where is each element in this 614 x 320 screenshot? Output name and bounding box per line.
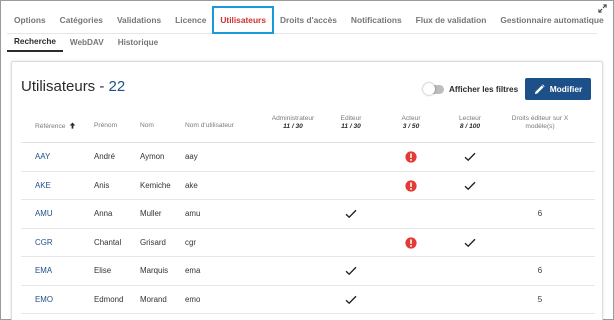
cell-reference[interactable]: CGR (35, 229, 53, 257)
cell-reference[interactable]: EMO (35, 286, 53, 314)
main-tabs: Options Catégories Validations Licence U… (7, 5, 604, 34)
cell-reference[interactable]: AMU (35, 200, 53, 228)
cell-prenom: André (94, 152, 116, 161)
header-lecteur[interactable]: Lecteur 8 / 100 (445, 115, 495, 131)
subtab-recherche[interactable]: Recherche (7, 34, 63, 52)
filter-toggle[interactable]: Afficher les filtres (423, 83, 519, 95)
header-reference-label: Référence (35, 123, 66, 130)
tab-licence[interactable]: Licence (168, 7, 213, 33)
checkmark-icon (464, 181, 476, 190)
cell-droits-count: 6 (537, 209, 543, 218)
header-admin-quota: 11 / 30 (283, 123, 303, 130)
header-prenom[interactable]: Prénom (94, 122, 117, 130)
checkmark-icon (464, 238, 476, 247)
header-acteur[interactable]: Acteur 3 / 50 (386, 115, 436, 131)
cell-prenom: Anna (94, 209, 113, 218)
filter-toggle-label: Afficher les filtres (449, 85, 519, 94)
tab-validations[interactable]: Validations (110, 7, 168, 33)
cell-username: cgr (185, 237, 196, 247)
header-droits-line1: Droits éditeur sur X (511, 115, 569, 122)
user-count: 22 (108, 78, 126, 95)
tab-gestionnaire-automatique[interactable]: Gestionnaire automatique (493, 7, 610, 33)
cell-reference[interactable]: AKE (35, 172, 51, 200)
table-row[interactable]: EMA Elise Marquis ema 6 (21, 257, 595, 286)
users-panel: Utilisateurs - 22 Afficher les filtres M… (11, 61, 603, 320)
header-editeur-quota: 11 / 30 (341, 123, 361, 130)
table-row[interactable]: EMO Edmond Morand emo 5 (21, 286, 595, 314)
tab-droits-acces[interactable]: Droits d'accès (273, 7, 344, 33)
cell-username: aay (185, 152, 198, 161)
edit-button-label: Modifier (549, 84, 583, 94)
header-admin[interactable]: Administrateur 11 / 30 (258, 115, 328, 131)
cell-prenom: Chantal (94, 237, 122, 247)
cell-reference[interactable]: AAY (35, 143, 50, 171)
table-row[interactable]: AMU Anna Muller amu 6 (21, 200, 595, 229)
cell-prenom: Edmond (94, 294, 124, 304)
header-reference[interactable]: Référence (35, 122, 76, 131)
checkmark-icon (464, 152, 476, 162)
alert-icon (405, 179, 417, 192)
cell-nom: Aymon (140, 152, 165, 161)
cell-prenom: Anis (94, 180, 110, 190)
header-droits-line2: modèle(s) (525, 123, 555, 130)
alert-icon (405, 151, 417, 163)
tab-categories[interactable]: Catégories (53, 7, 110, 33)
header-acteur-label: Acteur (401, 115, 421, 122)
tab-utilisateurs[interactable]: Utilisateurs (212, 5, 274, 34)
checkmark-icon (345, 266, 357, 276)
checkmark-icon (345, 209, 357, 219)
cell-nom: Kemiche (140, 180, 171, 190)
cell-username: emo (185, 294, 201, 304)
sort-arrow-up-icon (69, 122, 76, 129)
app-frame: Options Catégories Validations Licence U… (0, 0, 614, 320)
cell-nom: Muller (140, 209, 162, 218)
table-row[interactable]: AAY André Aymon aay (21, 143, 595, 172)
header-acteur-quota: 3 / 50 (402, 123, 420, 130)
header-editeur[interactable]: Editeur 11 / 30 (326, 115, 376, 131)
checkmark-icon (345, 295, 357, 304)
toggle-knob (423, 83, 435, 95)
header-lecteur-label: Lecteur (459, 115, 481, 122)
cell-prenom: Elise (94, 266, 112, 275)
table-row[interactable]: AKE Anis Kemiche ake (21, 172, 595, 200)
edit-button[interactable]: Modifier (525, 78, 591, 100)
cell-nom: Marquis (140, 266, 169, 275)
tab-options[interactable]: Options (7, 7, 53, 33)
header-lecteur-quota: 8 / 100 (459, 123, 481, 130)
filter-toggle-switch[interactable] (423, 83, 444, 95)
alert-icon (405, 236, 417, 249)
subtab-webdav[interactable]: WebDAV (63, 35, 111, 51)
header-droits-editeur[interactable]: Droits éditeur sur X modèle(s) (499, 115, 581, 131)
subtab-historique[interactable]: Historique (111, 35, 166, 51)
pencil-icon (534, 83, 545, 94)
cell-username: ake (185, 180, 198, 190)
header-username[interactable]: Nom d'utilisateur (185, 122, 234, 130)
cell-droits-count: 5 (537, 294, 543, 304)
tab-flux-validation[interactable]: Flux de validation (409, 7, 494, 33)
cell-username: ema (185, 266, 201, 275)
header-nom[interactable]: Nom (140, 122, 154, 130)
cell-droits-count: 6 (537, 266, 543, 275)
sub-tabs: Recherche WebDAV Historique (7, 34, 165, 52)
cell-nom: Morand (140, 294, 167, 304)
tab-notifications[interactable]: Notifications (344, 7, 409, 33)
cell-nom: Grisard (140, 237, 166, 247)
table-row[interactable]: CGR Chantal Grisard cgr (21, 229, 595, 257)
page-title-text: Utilisateurs - (21, 78, 109, 95)
header-editeur-label: Editeur (340, 115, 362, 122)
header-admin-label: Administrateur (271, 115, 315, 122)
cell-username: amu (185, 209, 201, 218)
page-title: Utilisateurs - 22 (21, 78, 125, 95)
cell-reference[interactable]: EMA (35, 257, 52, 285)
